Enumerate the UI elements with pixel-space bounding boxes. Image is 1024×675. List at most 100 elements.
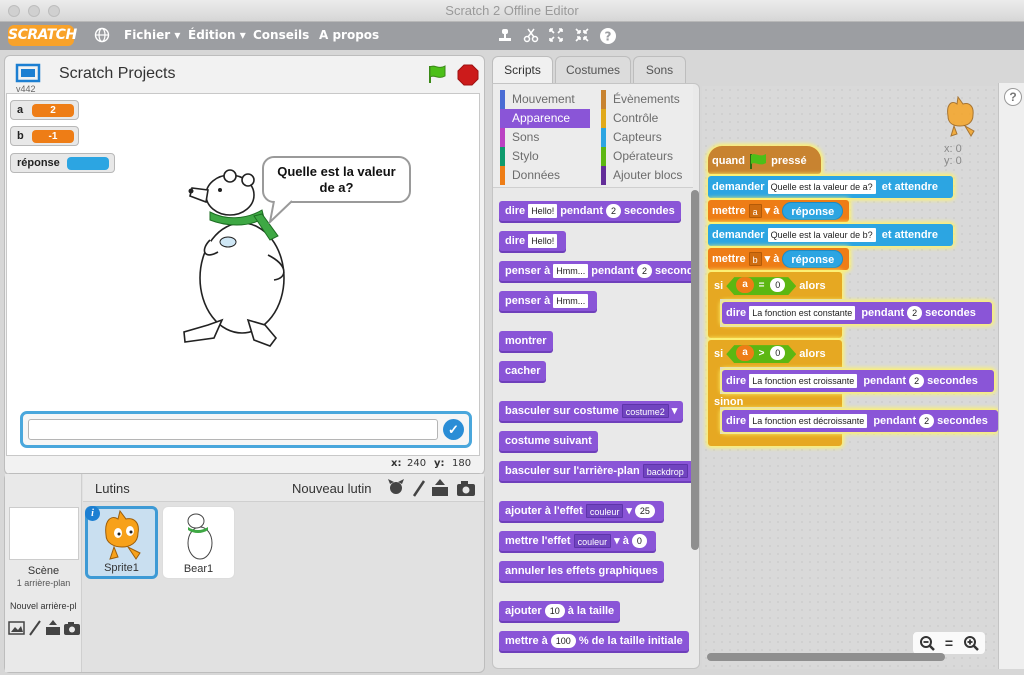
- tab-scripts[interactable]: Scripts: [492, 56, 553, 85]
- bear-thumbnail-icon: [187, 513, 212, 560]
- upload-sprite-icon: [432, 479, 448, 496]
- shrink-icon[interactable]: [573, 27, 591, 45]
- block-clear-effects[interactable]: annuler les effets graphiques: [499, 561, 664, 581]
- variable-monitor-a: a 2: [10, 100, 79, 120]
- block-change-size[interactable]: ajouter 10 à la taille: [499, 601, 621, 621]
- categories-left: Mouvement Apparence Sons Stylo Données: [500, 90, 590, 185]
- answer-input[interactable]: [28, 419, 438, 440]
- variable-value: 2: [32, 104, 74, 117]
- block-set-a[interactable]: mettre a ▾ à réponse: [708, 200, 849, 222]
- stage-thumbnail[interactable]: [9, 507, 79, 560]
- category-control[interactable]: Contrôle: [601, 109, 691, 128]
- menu-edit[interactable]: Édition ▾: [188, 22, 246, 50]
- zoom-controls: =: [913, 632, 985, 654]
- block-say-for[interactable]: dire Hello! pendant 2 secondes: [499, 201, 681, 221]
- new-backdrop-tools: [8, 619, 82, 637]
- zoom-in-button[interactable]: [960, 632, 982, 654]
- palette-scrollbar[interactable]: [691, 190, 699, 550]
- sprite-info-icon[interactable]: i: [85, 506, 100, 521]
- window-title: Scratch 2 Offline Editor: [445, 3, 579, 18]
- block-set-effect[interactable]: mettre l'effet couleur ▾ à0: [499, 531, 656, 551]
- block-think[interactable]: penser à Hmm...: [499, 291, 598, 311]
- block-ask1[interactable]: demander Quelle est la valeur de a? et at…: [708, 176, 953, 198]
- new-sprite-tools: [386, 478, 478, 498]
- sprite-position: x: 0 y: 0: [944, 143, 962, 167]
- scratch-logo[interactable]: SCRATCH: [8, 25, 77, 46]
- zoom-in-icon: [964, 636, 979, 651]
- menu-about[interactable]: A propos: [319, 22, 379, 50]
- sprite-y: y: 0: [944, 155, 962, 167]
- camera-sprite-icon: [457, 481, 475, 496]
- tips-panel-edge: [998, 83, 1024, 669]
- category-data[interactable]: Données: [500, 166, 590, 185]
- mouse-y-value: 180: [452, 458, 472, 469]
- tab-costumes[interactable]: Costumes: [555, 56, 631, 83]
- variable-value: -1: [32, 130, 74, 143]
- sprite-tile-bear1[interactable]: Bear1: [162, 506, 235, 579]
- sprite-name: Bear1: [183, 563, 214, 575]
- block-when-flag-clicked[interactable]: quand pressé: [708, 146, 821, 174]
- block-say-decreasing[interactable]: dire La fonction est décroissante pendant…: [722, 410, 998, 432]
- block-say-increasing[interactable]: dire La fonction est croissante pendant 2 s…: [722, 370, 994, 392]
- new-backdrop-label: Nouvel arrière-pl: [10, 601, 77, 611]
- block-think-for[interactable]: penser àHmm...pendant2seconde: [499, 261, 691, 281]
- block-show[interactable]: montrer: [499, 331, 553, 351]
- sprite-library-icon: [388, 479, 404, 494]
- menu-file[interactable]: Fichier ▾: [124, 22, 180, 50]
- variable-name: b: [17, 130, 24, 142]
- cat-sprite-icon: [947, 95, 975, 137]
- menu-tips[interactable]: Conseils: [253, 22, 309, 50]
- upload-icon: [46, 620, 60, 635]
- category-looks[interactable]: Apparence: [500, 109, 590, 128]
- green-flag-button[interactable]: [426, 63, 448, 85]
- block-ask2[interactable]: demander Quelle est la valeur de b? et at…: [708, 224, 953, 246]
- zoom-out-button[interactable]: [916, 632, 938, 654]
- variable-monitor-reponse: réponse: [10, 153, 115, 173]
- block-switch-backdrop[interactable]: basculer sur l'arrière-plan backdrop: [499, 461, 691, 481]
- speech-bubble-line2: de a?: [319, 180, 354, 195]
- category-events[interactable]: Évènements: [601, 90, 691, 109]
- scripts-horizontal-scrollbar[interactable]: [707, 653, 945, 661]
- category-sound[interactable]: Sons: [500, 128, 590, 147]
- category-pen[interactable]: Stylo: [500, 147, 590, 166]
- block-set-size[interactable]: mettre à 100% de la taille initiale: [499, 631, 689, 651]
- new-sprite-label: Nouveau lutin: [292, 481, 372, 496]
- project-title[interactable]: Scratch Projects: [59, 65, 175, 83]
- duplicate-stamp-icon[interactable]: [496, 27, 514, 45]
- palette-blocks: dire Hello! pendant 2 secondes dire Hello! pe…: [493, 190, 691, 660]
- block-next-costume[interactable]: costume suivant: [499, 431, 598, 451]
- grow-icon[interactable]: [547, 27, 565, 45]
- category-more-blocks[interactable]: Ajouter blocs: [601, 166, 691, 185]
- category-operators[interactable]: Opérateurs: [601, 147, 691, 166]
- block-set-b[interactable]: mettre b ▾ à réponse: [708, 248, 849, 270]
- zoom-window-button[interactable]: [48, 5, 60, 17]
- category-motion[interactable]: Mouvement: [500, 90, 590, 109]
- mouse-y-label: y:: [434, 458, 445, 469]
- cut-scissors-icon[interactable]: [522, 27, 540, 45]
- speech-bubble: Quelle est la valeur de a?: [262, 156, 411, 203]
- mouse-x-value: 240: [407, 458, 427, 469]
- block-say-constant[interactable]: dire La fonction est constante pendant 2 se…: [722, 302, 992, 324]
- zoom-out-icon: [920, 636, 935, 651]
- stop-button[interactable]: [457, 64, 479, 86]
- block-hide[interactable]: cacher: [499, 361, 547, 381]
- help-icon[interactable]: ?: [599, 27, 617, 45]
- close-window-button[interactable]: [8, 5, 20, 17]
- presentation-mode-icon[interactable]: [14, 62, 42, 84]
- sprite-name: Sprite1: [104, 562, 139, 574]
- minimize-window-button[interactable]: [28, 5, 40, 17]
- tab-sounds[interactable]: Sons: [633, 56, 686, 83]
- speech-bubble-line1: Quelle est la valeur: [277, 164, 396, 179]
- globe-icon[interactable]: [93, 27, 111, 45]
- variable-value: [67, 157, 109, 170]
- variable-monitor-b: b -1: [10, 126, 79, 146]
- category-sensing[interactable]: Capteurs: [601, 128, 691, 147]
- block-say[interactable]: dire Hello!: [499, 231, 567, 251]
- zoom-reset-button[interactable]: =: [938, 632, 960, 654]
- categories-right: Évènements Contrôle Capteurs Opérateurs …: [601, 90, 691, 185]
- answer-submit-button[interactable]: ✓: [443, 419, 464, 440]
- block-switch-costume[interactable]: basculer sur costume costume2 ▾: [499, 401, 684, 421]
- block-if-equal-header: si a = 0 alors: [710, 275, 850, 297]
- block-change-effect[interactable]: ajouter à l'effet couleur ▾ 25: [499, 501, 664, 521]
- tips-help-icon[interactable]: ?: [1004, 88, 1022, 106]
